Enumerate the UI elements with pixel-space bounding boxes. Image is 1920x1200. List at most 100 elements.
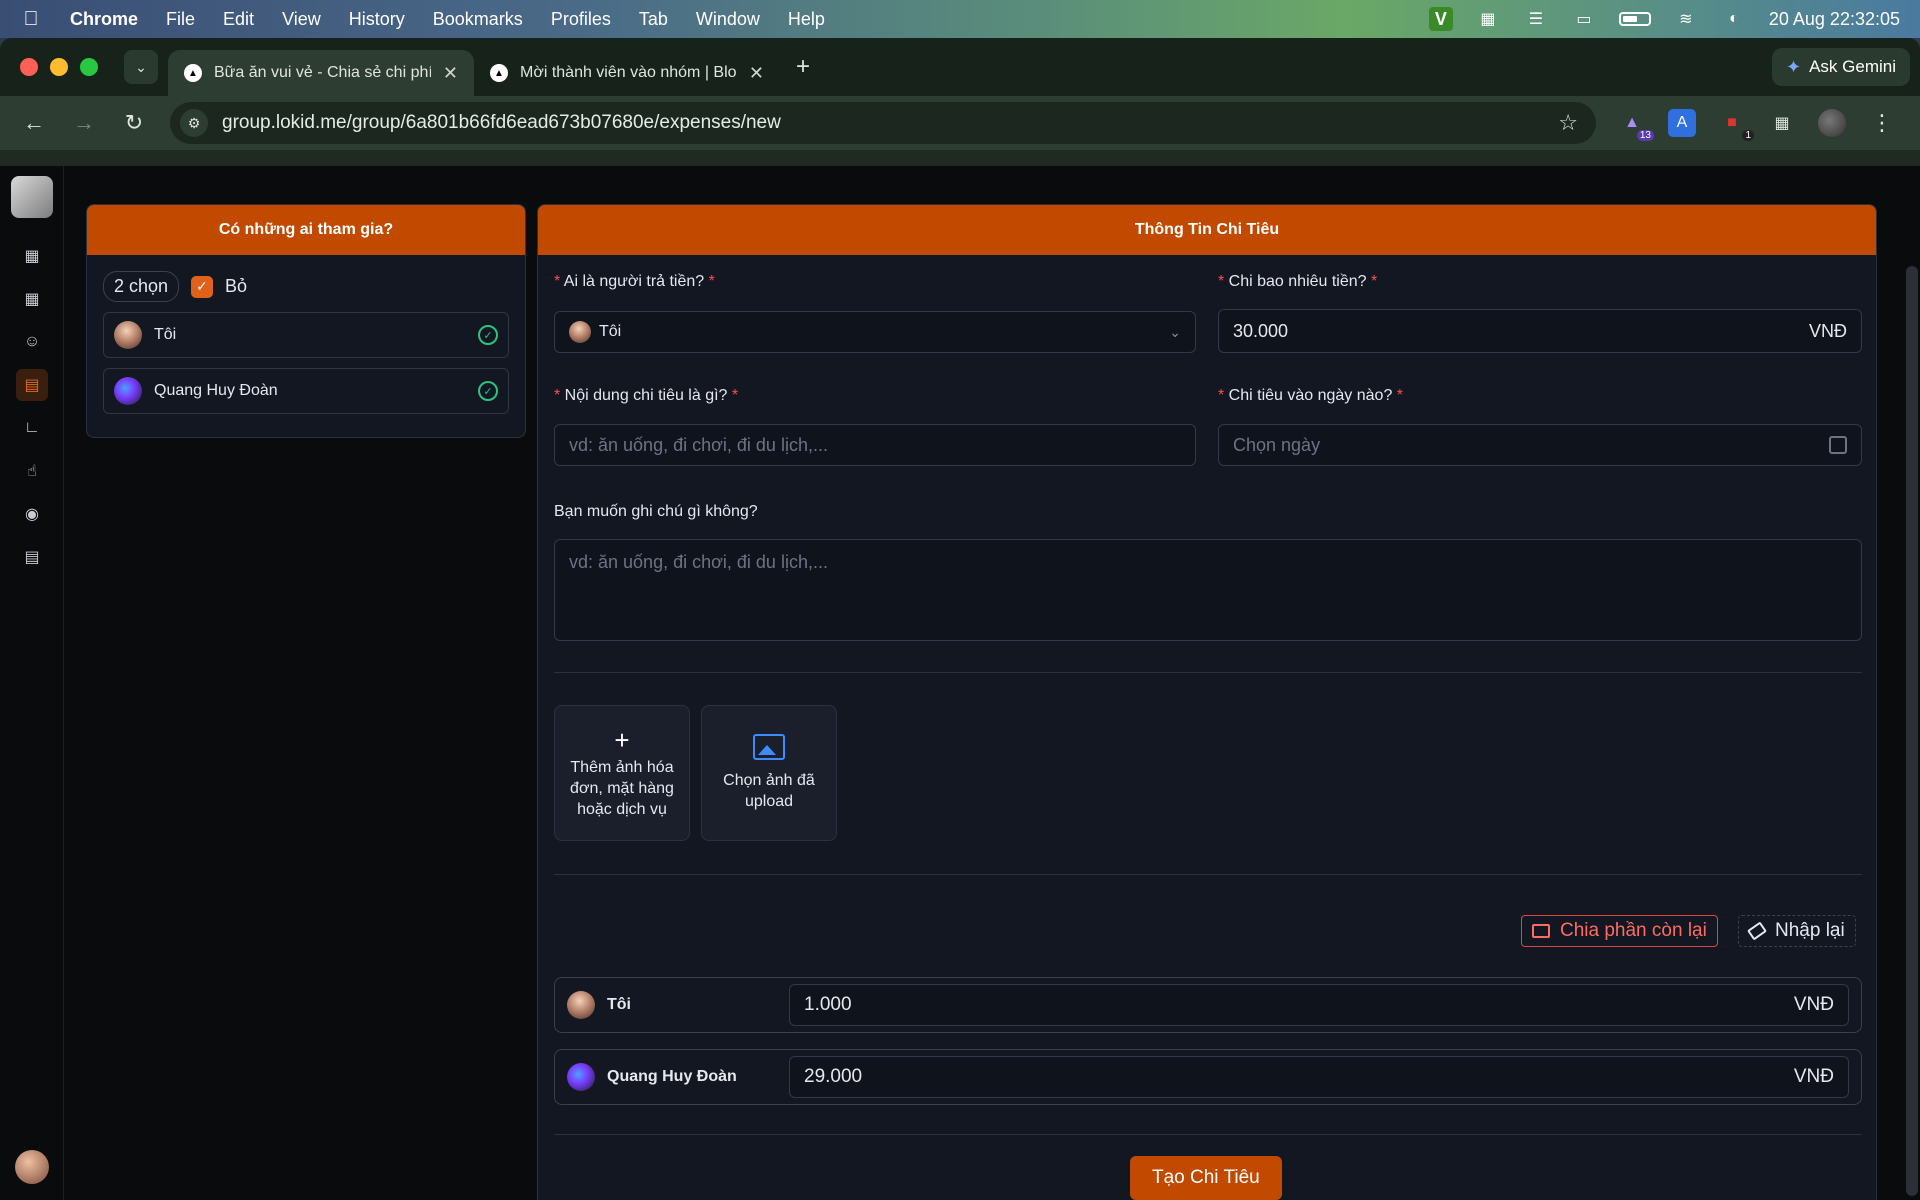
create-expense-button[interactable]: Tạo Chi Tiêu [1130,1156,1282,1200]
split-remaining-button[interactable]: Chia phần còn lại [1521,915,1718,947]
extension-badge: 1 [1742,130,1754,141]
address-bar[interactable]: ⚙ group.lokid.me/group/6a801b66fd6ead673… [170,102,1596,144]
close-tab-icon[interactable]: ✕ [443,63,458,84]
divider [554,1134,1862,1135]
choose-uploaded-image-button[interactable]: Chọn ảnh đã upload [701,705,837,841]
battery-icon[interactable] [1618,12,1651,26]
tab-invite[interactable]: ▲ Mời thành viên vào nhóm | Blo ✕ [474,50,780,96]
v-app-icon[interactable]: V [1428,7,1453,31]
maximize-window-button[interactable] [80,58,98,76]
camera-icon[interactable]: ◉ [16,498,48,530]
calendar-icon [1829,436,1847,454]
reload-icon[interactable]: ↻ [120,110,148,136]
page-scrollbar[interactable] [1906,266,1918,1196]
split-amount-input[interactable]: 29.000 VNĐ [789,1056,1849,1098]
currency-suffix: VNĐ [1793,994,1834,1015]
avatar [114,321,142,349]
more-menu-icon[interactable]: ⋮ [1868,110,1896,136]
gemini-sparkle-icon: ✦ [1785,56,1802,77]
reset-button[interactable]: Nhập lại [1738,915,1856,947]
user-avatar[interactable] [15,1150,49,1184]
image-icon [753,734,785,760]
new-tab-plus-icon[interactable]: + [796,53,810,81]
status-area: V ▦ ☰ ▭ ≋ ◐ 20 Aug 22:32:05 [1428,7,1900,31]
tab-expense[interactable]: ▲ Bữa ăn vui vẻ - Chia sẻ chi phí ✕ [168,50,474,96]
forward-arrow-icon[interactable]: → [70,110,98,136]
tab-search-chevron-icon[interactable]: ⌄ [124,50,158,84]
menu-window[interactable]: Window [696,9,760,30]
tab-title: Bữa ăn vui vẻ - Chia sẻ chi phí [214,64,431,81]
app-logo[interactable] [11,176,53,218]
check-circle-icon: ✓ [478,381,498,401]
content-input[interactable]: vd: ăn uống, đi chơi, đi du lịch,... [554,424,1196,466]
keyboard-icon [1532,924,1550,938]
menu-tab[interactable]: Tab [639,9,668,30]
menu-file[interactable]: File [166,9,195,30]
payer-select[interactable]: Tôi ⌄ [554,311,1196,353]
menu-view[interactable]: View [282,9,321,30]
participant-row[interactable]: Tôi ✓ [103,312,509,358]
menubar-clock[interactable]: 20 Aug 22:32:05 [1769,9,1900,30]
chevron-down-icon: ⌄ [1169,323,1181,340]
content-placeholder: vd: ăn uống, đi chơi, đi du lịch,... [569,434,828,455]
ask-gemini-label: Ask Gemini [1809,57,1896,76]
layers-icon[interactable]: ☰ [1523,8,1549,30]
amount-input[interactable]: 30.000 VNĐ [1218,309,1862,353]
split-person-name: Quang Huy Đoàn [607,1068,737,1085]
back-arrow-icon[interactable]: ← [20,110,48,136]
members-icon[interactable]: ☺ [16,326,48,358]
deselect-label[interactable]: Bỏ [225,276,247,297]
menu-app-chrome[interactable]: Chrome [70,9,138,30]
menu-bookmarks[interactable]: Bookmarks [433,9,523,30]
date-picker[interactable]: Chọn ngày [1218,424,1862,466]
apple-icon[interactable]:  [20,8,42,30]
check-circle-icon: ✓ [478,325,498,345]
extension-puzzle-icon[interactable]: ▲ 13 [1618,109,1654,141]
display-icon[interactable]: ▭ [1571,8,1597,30]
close-tab-icon[interactable]: ✕ [749,63,764,84]
date-label: * Chi tiêu vào ngày nào? * [1218,387,1404,404]
participant-name: Quang Huy Đoàn [154,382,278,399]
menu-history[interactable]: History [349,9,405,30]
url-text[interactable]: group.lokid.me/group/6a801b66fd6ead673b0… [222,112,1544,134]
add-receipt-label: Thêm ảnh hóa đơn, mặt hàng hoặc dịch vụ [570,758,674,818]
profile-avatar[interactable] [1818,109,1846,137]
minimize-window-button[interactable] [50,58,68,76]
menu-help[interactable]: Help [788,9,825,30]
note-placeholder: vd: ăn uống, đi chơi, đi du lịch,... [569,552,828,572]
shield-extension-icon[interactable]: ■ 1 [1718,109,1754,141]
participant-row[interactable]: Quang Huy Đoàn ✓ [103,368,509,414]
ask-gemini-button[interactable]: ✦ Ask Gemini [1771,48,1910,86]
select-all-checkbox[interactable]: ✓ [191,275,214,298]
translate-extension-icon[interactable]: A [1668,109,1696,137]
payment-hand-icon[interactable]: ☝ [16,455,48,487]
menu-profiles[interactable]: Profiles [551,9,611,30]
dashboard-icon[interactable]: ▦ [16,240,48,272]
avatar [569,321,591,343]
apps-grid-icon[interactable]: ▦ [16,283,48,315]
report-icon[interactable]: ▤ [16,541,48,573]
split-person-name: Tôi [607,996,631,1013]
split-row: Quang Huy Đoàn 29.000 VNĐ [554,1049,1862,1105]
expenses-document-icon[interactable]: ▤ [16,369,48,401]
content-label-text: Nội dung chi tiêu là gì? [564,387,728,404]
app-sidebar: ▦ ▦ ☺ ▤ ∟ ☝ ◉ ▤ [0,166,64,1200]
site-settings-icon[interactable]: ⚙ [180,109,208,137]
split-amount-value: 1.000 [804,994,852,1015]
chart-icon[interactable]: ∟ [16,412,48,444]
menu-edit[interactable]: Edit [223,9,254,30]
wifi-icon[interactable]: ≋ [1673,8,1699,30]
screen-tool-icon[interactable]: ▦ [1475,8,1501,30]
close-window-button[interactable] [20,58,38,76]
expense-info-card: Thông Tin Chi Tiêu * Ai là người trả tiề… [537,204,1877,1200]
payer-value: Tôi [599,323,622,340]
payer-label-text: Ai là người trả tiền? [563,273,705,290]
plus-icon: + [614,724,630,755]
extensions-icon[interactable]: ▦ [1768,109,1796,137]
note-textarea[interactable]: vd: ăn uống, đi chơi, đi du lịch,... [554,539,1862,641]
bookmark-star-icon[interactable]: ☆ [1558,110,1578,136]
split-amount-input[interactable]: 1.000 VNĐ [789,984,1849,1026]
add-receipt-image-button[interactable]: + Thêm ảnh hóa đơn, mặt hàng hoặc dịch v… [554,705,690,841]
control-center-icon[interactable]: ◐ [1721,8,1747,30]
amount-label: * Chi bao nhiêu tiền? * [1218,273,1378,290]
